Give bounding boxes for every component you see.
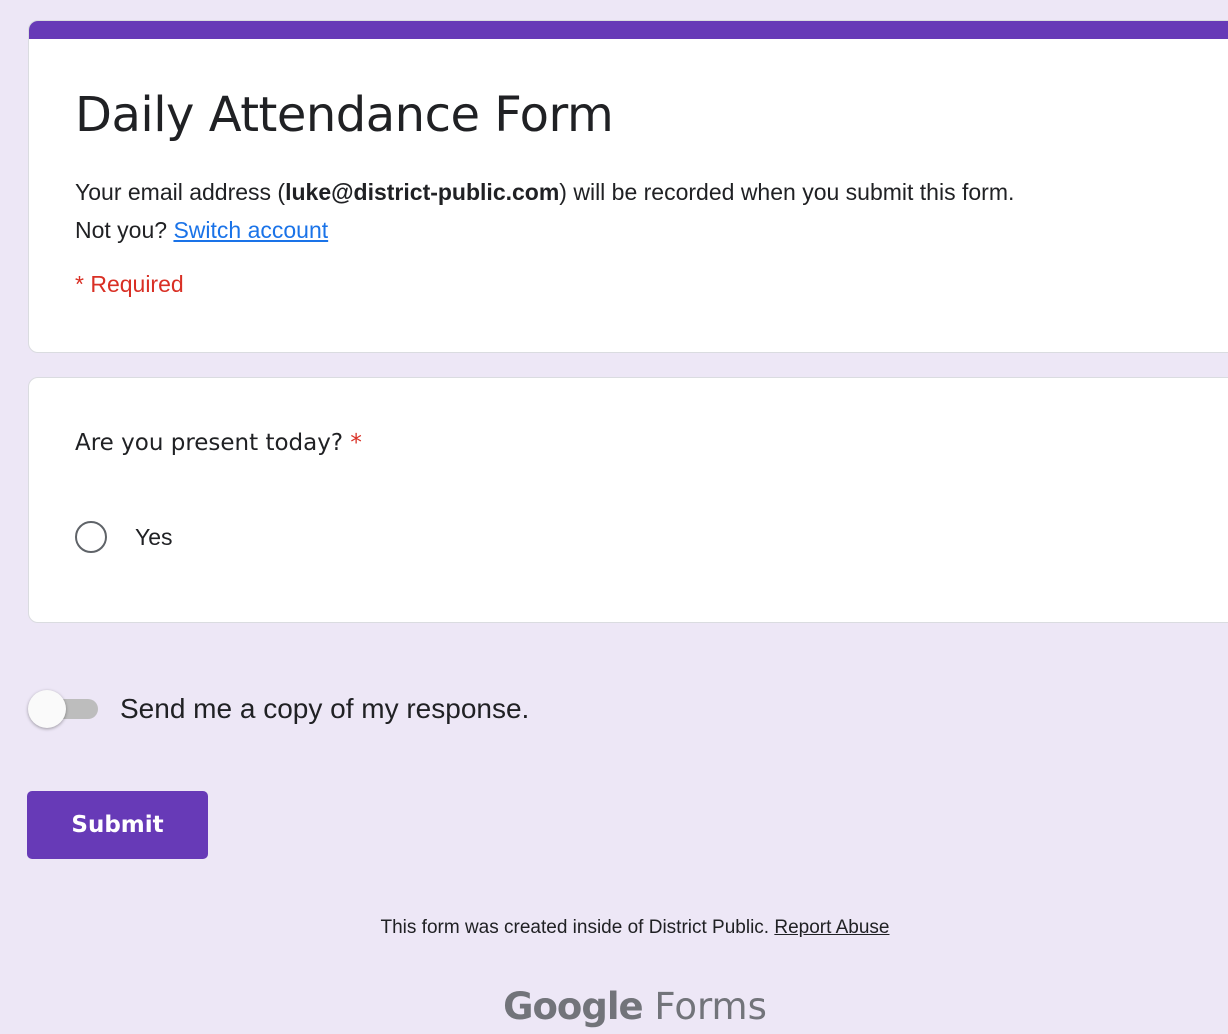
required-asterisk: * (350, 430, 362, 456)
report-abuse-link[interactable]: Report Abuse (774, 917, 889, 938)
email-notice-suffix: ) will be recorded when you submit this … (559, 179, 1015, 205)
email-notice: Your email address (luke@district-public… (75, 173, 1014, 249)
radio-label: Yes (135, 523, 173, 550)
not-you-text: Not you? (75, 217, 168, 243)
radio-option-yes[interactable]: Yes (75, 521, 173, 553)
required-note: * Required (75, 271, 184, 297)
radio-button[interactable] (75, 521, 107, 553)
accent-bar (29, 21, 1228, 39)
user-email: luke@district-public.com (285, 179, 560, 205)
form-header-card: Daily Attendance Form Your email address… (28, 20, 1228, 353)
copy-response-row: Send me a copy of my response. (28, 690, 529, 728)
copy-response-toggle[interactable] (28, 690, 100, 728)
question-text: Are you present today? (75, 430, 344, 456)
google-forms-logo[interactable]: Google Forms (0, 985, 1228, 1028)
footer-text: This form was created inside of District… (380, 917, 770, 938)
submit-button[interactable]: Submit (27, 791, 208, 859)
toggle-thumb (28, 690, 66, 728)
question-title: Are you present today? * (75, 430, 362, 456)
switch-account-link[interactable]: Switch account (173, 217, 328, 243)
question-card: Are you present today? * Yes (28, 377, 1228, 623)
brand-forms: Forms (654, 985, 767, 1028)
copy-response-label: Send me a copy of my response. (120, 693, 530, 724)
footer-note: This form was created inside of District… (0, 917, 1228, 939)
brand-google: Google (503, 985, 643, 1028)
email-notice-prefix: Your email address ( (75, 179, 286, 205)
form-title: Daily Attendance Form (75, 87, 614, 143)
